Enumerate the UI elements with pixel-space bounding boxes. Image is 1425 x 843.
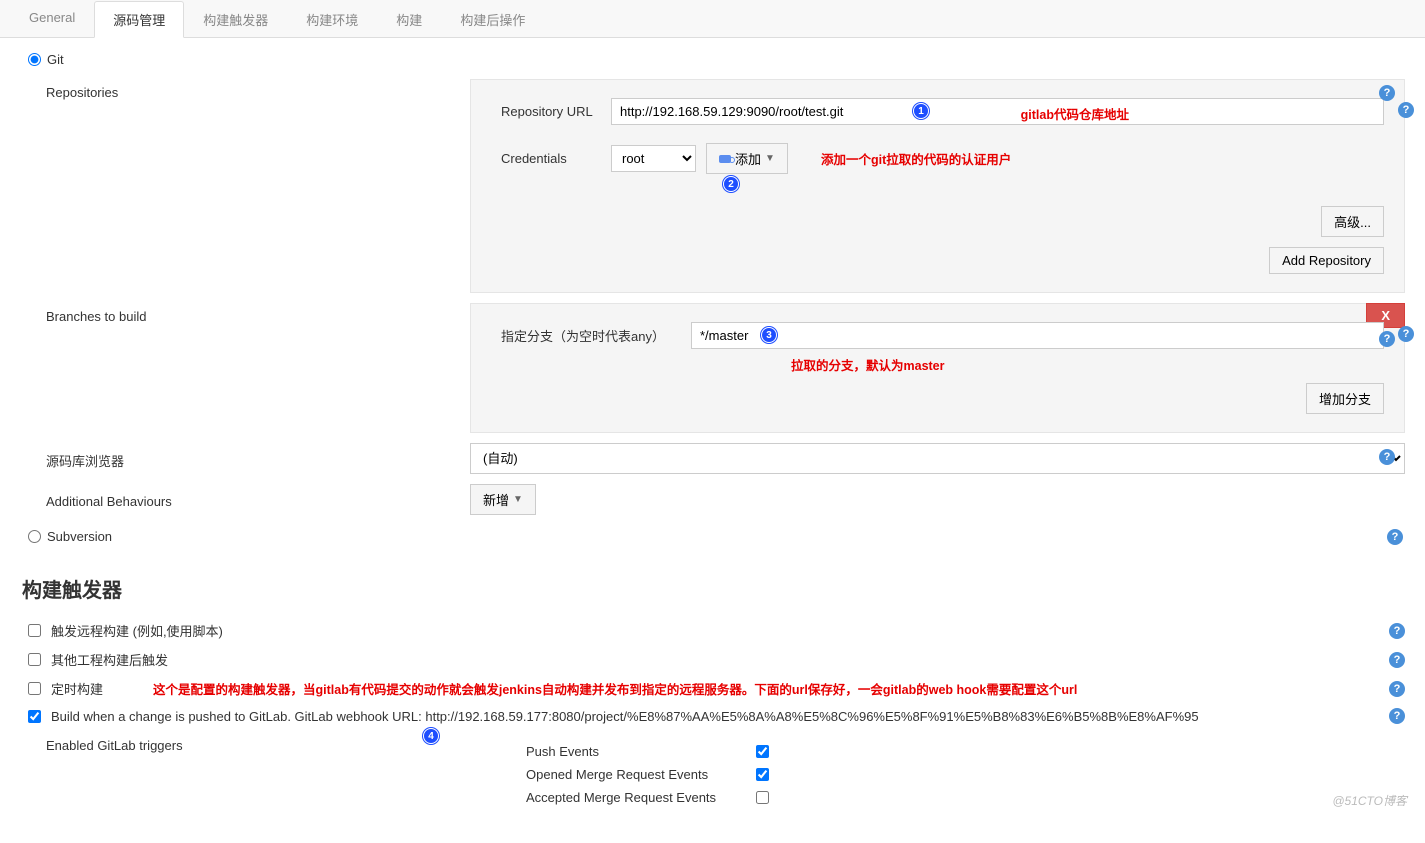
watermark: @51CTO博客 <box>1332 792 1407 809</box>
config-tabs: General 源码管理 构建触发器 构建环境 构建 构建后操作 <box>0 0 1425 38</box>
add-repository-button[interactable]: Add Repository <box>1269 247 1384 274</box>
add-credentials-label: 添加 <box>735 149 761 168</box>
behaviours-label: Additional Behaviours <box>20 490 470 509</box>
repo-browser-select[interactable]: (自动) <box>470 443 1405 474</box>
scm-svn-label: Subversion <box>47 529 112 544</box>
help-icon[interactable]: ? <box>1389 681 1405 697</box>
enabled-gitlab-triggers-label: Enabled GitLab triggers <box>46 736 526 813</box>
help-icon[interactable]: ? <box>1379 449 1395 465</box>
help-icon[interactable]: ? <box>1389 623 1405 639</box>
push-events-checkbox[interactable] <box>756 745 769 758</box>
trigger-timed-checkbox[interactable] <box>28 682 41 695</box>
annotation-badge-2: 2 <box>723 176 739 192</box>
branch-input[interactable] <box>691 322 1384 349</box>
accepted-mr-label: Accepted Merge Request Events <box>526 790 756 805</box>
scm-svn-radio[interactable] <box>28 530 41 543</box>
opened-mr-checkbox[interactable] <box>756 768 769 781</box>
build-triggers-heading: 构建触发器 <box>22 574 1405 603</box>
push-events-label: Push Events <box>526 744 756 759</box>
trigger-gitlab-checkbox[interactable] <box>28 710 41 723</box>
tab-post[interactable]: 构建后操作 <box>441 1 544 38</box>
annotation-badge-1: 1 <box>913 103 929 119</box>
annotation-badge-4: 4 <box>423 728 439 744</box>
add-behaviour-button[interactable]: 新增 ▼ <box>470 484 536 515</box>
trigger-remote-label: 触发远程构建 (例如,使用脚本) <box>51 621 1379 640</box>
chevron-down-icon: ▼ <box>513 494 523 505</box>
repo-url-input[interactable] <box>611 98 1384 125</box>
annotation-branch-note: 拉取的分支，默认为master <box>791 355 945 374</box>
credentials-label: Credentials <box>501 151 611 166</box>
repositories-box: Repository URL 1 gitlab代码仓库地址 ? Credenti… <box>470 79 1405 293</box>
help-icon[interactable]: ? <box>1398 326 1414 342</box>
branches-heading: Branches to build <box>20 303 470 324</box>
tab-general[interactable]: General <box>10 1 94 38</box>
add-branch-button[interactable]: 增加分支 <box>1306 383 1384 414</box>
add-behaviour-label: 新增 <box>483 490 509 509</box>
help-icon[interactable]: ? <box>1379 85 1395 101</box>
tab-triggers[interactable]: 构建触发器 <box>184 1 287 38</box>
advanced-button[interactable]: 高级... <box>1321 206 1384 237</box>
accepted-mr-checkbox[interactable] <box>756 791 769 804</box>
tab-build[interactable]: 构建 <box>377 1 441 38</box>
tab-env[interactable]: 构建环境 <box>287 1 377 38</box>
help-icon[interactable]: ? <box>1379 331 1395 347</box>
annotation-cred-note: 添加一个git拉取的代码的认证用户 <box>821 149 1011 168</box>
branches-box: X 指定分支（为空时代表any） 3 ? 拉取的分支，默认为master 增加分… <box>470 303 1405 433</box>
annotation-badge-3: 3 <box>761 327 777 343</box>
help-icon[interactable]: ? <box>1389 652 1405 668</box>
credentials-select[interactable]: root <box>611 145 696 172</box>
scm-git-label: Git <box>47 52 64 67</box>
opened-mr-label: Opened Merge Request Events <box>526 767 756 782</box>
help-icon[interactable]: ? <box>1387 529 1403 545</box>
annotation-repo-note: gitlab代码仓库地址 <box>1021 104 1129 123</box>
trigger-after-other-checkbox[interactable] <box>28 653 41 666</box>
key-icon <box>719 155 731 163</box>
trigger-after-other-label: 其他工程构建后触发 <box>51 650 1379 669</box>
repo-url-label: Repository URL <box>501 104 611 119</box>
repositories-heading: Repositories <box>20 79 470 100</box>
trigger-gitlab-label: Build when a change is pushed to GitLab.… <box>51 709 1379 724</box>
add-credentials-button[interactable]: 添加 ▼ <box>706 143 788 174</box>
tab-scm[interactable]: 源码管理 <box>94 1 184 38</box>
chevron-down-icon: ▼ <box>765 153 775 164</box>
help-icon[interactable]: ? <box>1398 102 1414 118</box>
repo-browser-label: 源码库浏览器 <box>20 447 470 470</box>
annotation-trigger-note: 这个是配置的构建触发器，当gitlab有代码提交的动作就会触发jenkins自动… <box>153 679 1379 698</box>
scm-git-radio[interactable] <box>28 53 41 66</box>
branch-spec-label: 指定分支（为空时代表any） <box>501 326 691 345</box>
trigger-timed-label: 定时构建 <box>51 679 103 698</box>
help-icon[interactable]: ? <box>1389 708 1405 724</box>
trigger-remote-checkbox[interactable] <box>28 624 41 637</box>
